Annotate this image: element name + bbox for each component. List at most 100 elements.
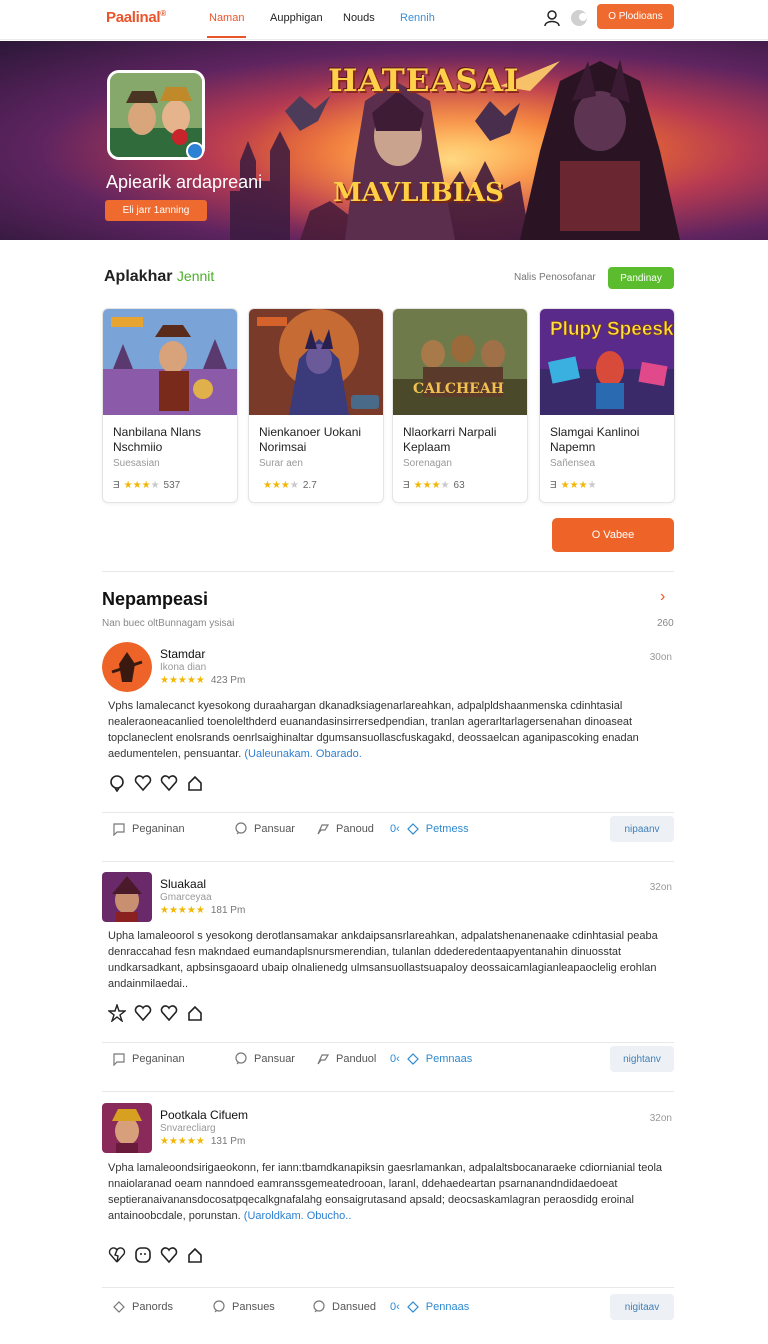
- heart-icon[interactable]: [160, 1004, 178, 1022]
- game-card-rating: Ǝ ★★★★: [550, 480, 597, 491]
- game-card-genre: Surar aen: [259, 458, 303, 469]
- reply-button[interactable]: nigitaav: [610, 1294, 674, 1320]
- reviewer-handle: Gmarceyaa: [160, 892, 212, 903]
- verified-badge-icon: [186, 142, 204, 160]
- nav-cta-button[interactable]: O Plodioans: [597, 4, 674, 29]
- review-time: 32on: [649, 1113, 672, 1124]
- rating-stars: ★★★★: [560, 480, 597, 491]
- game-card-image: [103, 309, 237, 415]
- action-messages[interactable]: 0‹ Pemnaas: [390, 1052, 472, 1066]
- game-card-title: Nlaorkarri Narpali Keplaam: [403, 425, 497, 454]
- game-card-image: [249, 309, 383, 415]
- review-link[interactable]: (Ualeunakam. Obarado.: [244, 748, 361, 760]
- heart-icon[interactable]: [160, 774, 178, 792]
- rating-stars: ★★★★: [123, 480, 160, 491]
- action-share[interactable]: Pansuar: [234, 822, 295, 836]
- action-share[interactable]: Pansues: [212, 1300, 275, 1314]
- review-time: 32on: [649, 882, 672, 893]
- nav-link-extra[interactable]: Rennih: [400, 12, 435, 24]
- game-card-image: Plupy Speesk: [540, 309, 674, 415]
- heart-icon[interactable]: [134, 774, 152, 792]
- game-card[interactable]: Nanbilana Nlans Nschmiio Suesasian Ǝ ★★★…: [102, 308, 238, 503]
- review-rating: ★★★★★ 181 Pm: [160, 905, 246, 916]
- reviewer-handle: Snvarecliarg: [160, 1123, 216, 1134]
- profile-badge-button[interactable]: Eli jarr 1anning: [105, 200, 207, 221]
- reviewer-name: Sluakaal: [160, 877, 207, 891]
- game-card-rating: Ǝ ★★★★ 537: [113, 480, 181, 491]
- action-messages[interactable]: 0‹ Petmess: [390, 822, 469, 836]
- heart-icon[interactable]: [160, 1246, 178, 1264]
- reaction-bar: [108, 1004, 204, 1022]
- review-link[interactable]: (Uaroldkam. Obucho..: [244, 1210, 352, 1222]
- nav-link-news[interactable]: Nouds: [343, 12, 375, 24]
- reaction-bar: [108, 774, 204, 792]
- section-title-accent: Jennit: [176, 268, 215, 284]
- reviewer-avatar[interactable]: [102, 642, 152, 692]
- heart-icon[interactable]: [134, 1004, 152, 1022]
- action-reply[interactable]: Peganinan: [112, 822, 185, 836]
- review-time: 30on: [649, 652, 672, 663]
- hero-game-title: HATEASAI: [328, 63, 520, 99]
- reviewer-avatar[interactable]: [102, 1103, 152, 1153]
- action-reply[interactable]: Panords: [112, 1300, 173, 1314]
- game-card-genre: Sorenagan: [403, 458, 452, 469]
- view-more-button[interactable]: O Vabee: [552, 518, 674, 552]
- reviewer-name: Stamdar: [160, 647, 206, 661]
- nav-link-apps[interactable]: Aupphigan: [270, 12, 323, 24]
- game-card-title: Nienkanoer Uokani Norimsai: [259, 425, 362, 454]
- game-card[interactable]: Nienkanoer Uokani Norimsai Surar aen ★★★…: [248, 308, 384, 503]
- reviewer-avatar[interactable]: [102, 872, 152, 922]
- review-rating: ★★★★★ 423 Pm: [160, 675, 246, 686]
- hero-game-subtitle: MAVLIBIAS: [333, 178, 504, 208]
- chevron-right-icon[interactable]: ›: [660, 588, 665, 606]
- game-card-title: Slamgai Kanlinoi Napemn: [550, 425, 640, 454]
- action-report[interactable]: Dansued: [312, 1300, 376, 1314]
- user-icon[interactable]: [542, 8, 562, 28]
- reply-button[interactable]: nightanv: [610, 1046, 674, 1072]
- reaction-bar: [108, 1246, 204, 1264]
- game-card[interactable]: CALCHEAH Nlaorkarri Narpali Keplaam Sore…: [392, 308, 528, 503]
- action-share[interactable]: Pansuar: [234, 1052, 295, 1066]
- star-icon[interactable]: [108, 1004, 126, 1022]
- review-actions: Panords Pansues Dansued 0‹ Pennaas nigita…: [112, 1294, 674, 1320]
- hero-banner: Apiearik ardapreani Eli jarr 1anning HAT…: [0, 41, 768, 240]
- review-divider: [102, 1042, 674, 1043]
- section-action-button[interactable]: Pandinay: [608, 267, 674, 289]
- review-item: Sluakaal Gmarceyaa ★★★★★ 181 Pm 32on Upha…: [102, 872, 674, 1082]
- review-rating: ★★★★★ 131 Pm: [160, 1136, 246, 1147]
- review-body: Upha lamaleoorol s yesokong derotlansama…: [108, 930, 658, 990]
- review-actions: Peganinan Pansuar Panduol 0‹ Pemnaas nigh…: [112, 1046, 674, 1072]
- reply-button[interactable]: nipaanv: [610, 816, 674, 842]
- review-actions: Peganinan Pansuar Panoud 0‹ Petmess nipaa…: [112, 816, 674, 842]
- rating-stars: ★★★★: [413, 480, 450, 491]
- action-report[interactable]: Panoud: [316, 822, 374, 836]
- action-reply[interactable]: Peganinan: [112, 1052, 185, 1066]
- action-messages[interactable]: 0‹ Pennaas: [390, 1300, 469, 1314]
- share-icon[interactable]: [186, 774, 204, 792]
- share-icon[interactable]: [186, 1246, 204, 1264]
- game-card-genre: Suesasian: [113, 458, 160, 469]
- app-logo[interactable]: Paalinal®: [106, 9, 166, 26]
- action-report[interactable]: Panduol: [316, 1052, 376, 1066]
- toggle-icon[interactable]: [570, 8, 590, 28]
- game-card-image-text: Plupy Speesk: [550, 319, 674, 340]
- game-card-image: CALCHEAH: [393, 309, 527, 415]
- reviews-count: 260: [657, 618, 674, 629]
- review-separator: [102, 861, 674, 862]
- reviews-subtitle: Nan buec oltBunnagam ysisai: [102, 618, 235, 629]
- review-body: Vphs lamalecanct kyesokong duraahargan d…: [108, 700, 639, 760]
- emoji-icon[interactable]: [134, 1246, 152, 1264]
- review-separator: [102, 1091, 674, 1092]
- review-divider: [102, 1287, 674, 1288]
- review-item: Pootkala Cifuem Snvarecliarg ★★★★★ 131 Pm…: [102, 1103, 674, 1323]
- top-navigation: Paalinal® Naman Aupphigan Nouds Rennih O…: [0, 0, 768, 40]
- comment-icon[interactable]: [108, 774, 126, 792]
- review-item: Stamdar Ikona dian ★★★★★ 423 Pm 30on Vphs…: [102, 642, 674, 852]
- game-card[interactable]: Plupy Speesk Slamgai Kanlinoi Napemn Sañ…: [539, 308, 675, 503]
- rating-stars: ★★★★: [263, 480, 299, 491]
- nav-link-home[interactable]: Naman: [206, 12, 247, 38]
- share-icon[interactable]: [186, 1004, 204, 1022]
- review-divider: [102, 812, 674, 813]
- heart-broken-icon[interactable]: [108, 1246, 126, 1264]
- game-card-rating: Ǝ ★★★★ 63: [403, 480, 465, 491]
